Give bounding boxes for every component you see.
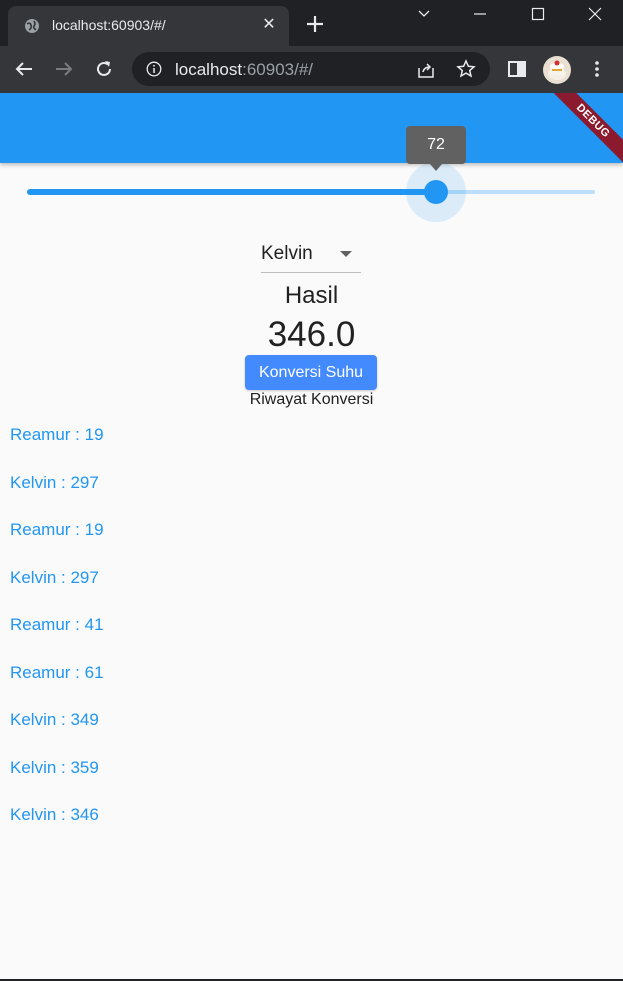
profile-avatar[interactable] <box>543 56 571 84</box>
history-title: Riwayat Konversi <box>249 391 374 408</box>
forward-arrow-icon[interactable] <box>53 58 75 80</box>
reload-icon[interactable] <box>93 58 115 80</box>
list-item: Reamur : 19 <box>10 520 104 539</box>
close-tab-icon[interactable]: ✕ <box>261 17 277 33</box>
browser-toolbar: localhost:60903/#/ <box>0 46 623 93</box>
list-item: Kelvin : 346 <box>10 805 99 824</box>
slider-value-tooltip: 72 <box>406 126 466 171</box>
avatar-image-icon <box>548 60 566 80</box>
list-item: Reamur : 61 <box>10 662 104 682</box>
url-path: :60903/#/ <box>242 60 314 79</box>
temperature-slider[interactable]: 72 <box>27 126 595 222</box>
dropdown-arrow-icon <box>340 251 352 257</box>
tab-title: localhost:60903/#/ <box>52 17 166 33</box>
slider-thumb[interactable] <box>424 180 448 204</box>
list-item: Kelvin : 359 <box>10 757 99 777</box>
new-tab-icon[interactable] <box>304 13 326 35</box>
result-label: Hasil <box>284 282 339 309</box>
list-item: Kelvin : 297 <box>10 567 99 587</box>
list-item: Kelvin : 297 <box>10 472 99 492</box>
unit-dropdown[interactable]: Kelvin <box>261 239 361 273</box>
app-viewport: DEBUG 72 Kelvin Hasil 346.0 Konversi Suh… <box>0 93 623 981</box>
browser-tab[interactable]: localhost:60903/#/ ✕ <box>8 6 289 46</box>
result-value: 346.0 <box>267 315 356 354</box>
bookmark-star-icon[interactable] <box>456 59 476 79</box>
unit-dropdown-value: Kelvin <box>261 243 313 264</box>
tab-search-icon[interactable] <box>401 0 447 28</box>
convert-button[interactable]: Konversi Suhu <box>245 355 377 390</box>
list-item: Kelvin : 349 <box>10 710 99 729</box>
globe-icon <box>25 19 39 33</box>
address-bar[interactable]: localhost:60903/#/ <box>132 52 490 86</box>
app-bar <box>0 93 623 163</box>
minimize-icon[interactable] <box>457 0 503 28</box>
browser-tab-bar: localhost:60903/#/ ✕ <box>0 0 623 46</box>
slider-track-active <box>27 189 436 195</box>
back-arrow-icon[interactable] <box>13 58 35 80</box>
list-item: Reamur : 19 <box>10 425 104 444</box>
list-item: Reamur : 41 <box>10 615 104 634</box>
maximize-icon[interactable] <box>515 0 561 28</box>
window-close-icon[interactable] <box>572 0 618 28</box>
more-menu-icon[interactable] <box>586 58 608 80</box>
url-host: localhost <box>175 60 243 79</box>
info-icon[interactable] <box>146 61 162 77</box>
url-text: localhost:60903/#/ <box>175 60 313 80</box>
history-list: Reamur : 19 Kelvin : 297 Reamur : 19 Kel… <box>10 423 610 851</box>
share-icon[interactable] <box>416 60 436 80</box>
side-panel-icon[interactable] <box>506 58 528 80</box>
